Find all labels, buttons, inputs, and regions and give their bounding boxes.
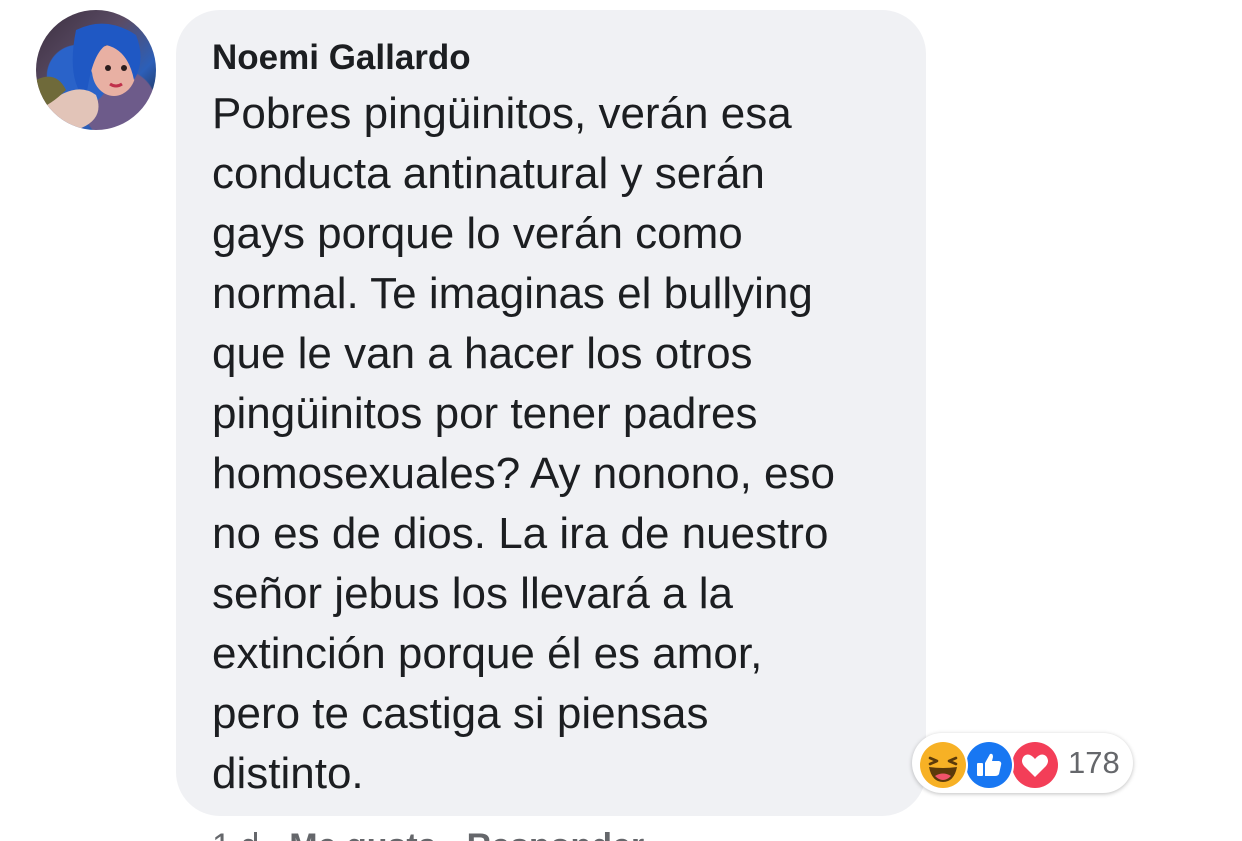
love-icon (1010, 740, 1060, 790)
haha-icon (918, 740, 968, 790)
reply-button[interactable]: Responder (467, 826, 645, 841)
comment-author[interactable]: Noemi Gallardo (212, 38, 890, 78)
like-icon (964, 740, 1014, 790)
avatar-photo (36, 23, 141, 130)
comment-bubble: Noemi Gallardo Pobres pingüinitos, verán… (176, 10, 926, 816)
reactions-summary[interactable]: 178 (912, 733, 1133, 793)
avatar[interactable] (36, 10, 156, 130)
reaction-count: 178 (1068, 745, 1120, 780)
comment-text: Pobres pingüinitos, verán esa conducta a… (212, 89, 835, 798)
comment-thread: Noemi Gallardo Pobres pingüinitos, verán… (0, 0, 1242, 841)
comment-actions: 1 d Me gusta Responder (212, 826, 644, 841)
comment-timestamp[interactable]: 1 d (212, 826, 259, 841)
like-button[interactable]: Me gusta (289, 826, 436, 841)
